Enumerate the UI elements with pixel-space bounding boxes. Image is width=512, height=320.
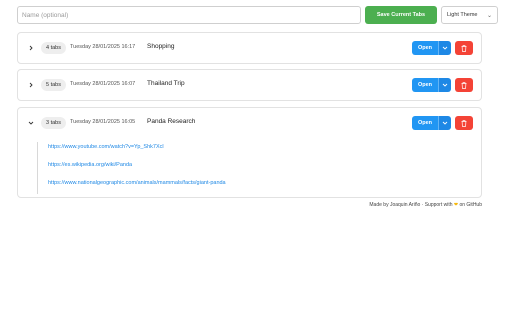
tab-count-badge: 3 tabs: [41, 117, 66, 129]
open-options-button[interactable]: [438, 41, 451, 55]
session-title: Panda Research: [147, 118, 196, 125]
open-button-group: Open: [412, 116, 451, 130]
tab-link[interactable]: https://www.youtube.com/watch?v=Yp_Shk7X…: [48, 144, 164, 150]
delete-session-button[interactable]: [455, 116, 473, 130]
open-button[interactable]: Open: [412, 41, 438, 55]
trash-icon: [461, 119, 467, 127]
chevron-right-icon[interactable]: [26, 43, 36, 53]
trash-icon: [461, 81, 467, 89]
chevron-down-icon: [442, 121, 448, 125]
session-card: 3 tabs Tuesday 28/01/2025 16:05 Panda Re…: [17, 107, 482, 198]
tab-link[interactable]: https://es.wikipedia.org/wiki/Panda: [48, 162, 132, 168]
session-header[interactable]: 4 tabs Tuesday 28/01/2025 16:17 Shopping…: [18, 33, 481, 63]
save-current-tabs-button[interactable]: Save Current Tabs: [365, 6, 437, 24]
heart-icon: ❤: [453, 202, 459, 208]
delete-session-button[interactable]: [455, 41, 473, 55]
footer-credit: Made by Joaquin Ariño · Support with: [369, 202, 453, 208]
open-options-button[interactable]: [438, 78, 451, 92]
session-name-input[interactable]: [17, 6, 361, 24]
session-title: Thailand Trip: [147, 80, 185, 87]
session-date: Tuesday 28/01/2025 16:05: [70, 119, 136, 125]
session-tab-list: https://www.youtube.com/watch?v=Yp_Shk7X…: [37, 142, 457, 194]
chevron-down-icon: ⌄: [486, 12, 492, 19]
chevron-down-icon[interactable]: [26, 118, 36, 128]
toolbar: Save Current Tabs Light Theme ⌄: [17, 6, 498, 24]
chevron-down-icon: [442, 83, 448, 87]
open-button[interactable]: Open: [412, 78, 438, 92]
open-button[interactable]: Open: [412, 116, 438, 130]
open-button-group: Open: [412, 41, 451, 55]
open-button-group: Open: [412, 78, 451, 92]
session-title: Shopping: [147, 43, 175, 50]
session-header[interactable]: 5 tabs Tuesday 28/01/2025 16:07 Thailand…: [18, 70, 481, 100]
open-options-button[interactable]: [438, 116, 451, 130]
chevron-right-icon[interactable]: [26, 80, 36, 90]
tab-count-badge: 5 tabs: [41, 79, 66, 91]
session-card: 5 tabs Tuesday 28/01/2025 16:07 Thailand…: [17, 69, 482, 101]
tab-link[interactable]: https://www.nationalgeographic.com/anima…: [48, 180, 226, 186]
session-header[interactable]: 3 tabs Tuesday 28/01/2025 16:05 Panda Re…: [18, 108, 481, 138]
footer: Made by Joaquin Ariño · Support with ❤ o…: [0, 202, 482, 208]
footer-github-link[interactable]: on GitHub: [459, 202, 482, 208]
theme-select-value: Light Theme: [447, 12, 478, 18]
session-date: Tuesday 28/01/2025 16:17: [70, 44, 136, 50]
delete-session-button[interactable]: [455, 78, 473, 92]
theme-select[interactable]: Light Theme ⌄: [441, 6, 498, 24]
tab-count-badge: 4 tabs: [41, 42, 66, 54]
session-card: 4 tabs Tuesday 28/01/2025 16:17 Shopping…: [17, 32, 482, 64]
trash-icon: [461, 44, 467, 52]
chevron-down-icon: [442, 46, 448, 50]
session-date: Tuesday 28/01/2025 16:07: [70, 81, 136, 87]
